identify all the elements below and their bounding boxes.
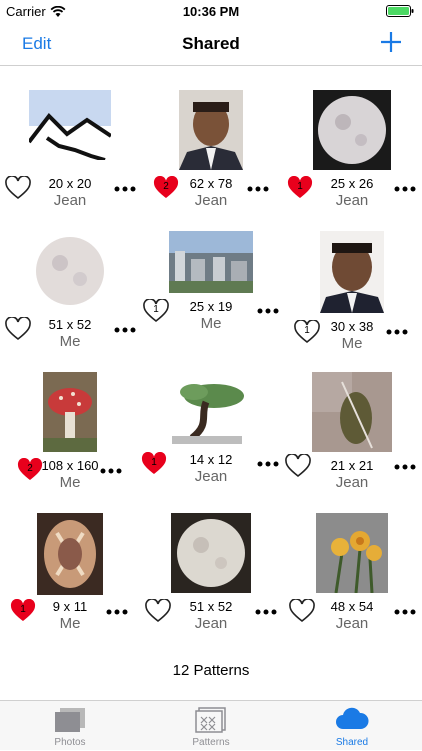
- pattern-cell[interactable]: 21 x 21 Jean: [282, 368, 422, 508]
- like-count: 2: [27, 463, 33, 474]
- pattern-cell[interactable]: 48 x 54 Jean: [282, 509, 422, 649]
- pattern-cell[interactable]: 108 x 160 Me 2: [0, 368, 140, 508]
- pattern-thumbnail[interactable]: [34, 235, 106, 307]
- status-bar: Carrier 10:36 PM: [0, 0, 422, 24]
- clock: 10:36 PM: [182, 4, 240, 19]
- like-count: 1: [304, 325, 310, 336]
- pattern-thumbnail[interactable]: [43, 372, 97, 452]
- patterns-icon: [195, 707, 226, 733]
- pattern-cell[interactable]: 30 x 38 Me 1: [282, 227, 422, 367]
- more-options-icon[interactable]: [394, 608, 416, 616]
- more-options-icon[interactable]: [247, 185, 269, 193]
- heart-outline-icon[interactable]: [285, 454, 311, 478]
- tab-shared[interactable]: Shared: [282, 701, 422, 751]
- like-count: 1: [297, 181, 303, 192]
- pattern-cell[interactable]: 62 x 78 Jean 2: [141, 86, 281, 226]
- pattern-thumbnail[interactable]: [169, 231, 253, 293]
- pattern-cell[interactable]: 25 x 19 Me 1: [141, 211, 281, 351]
- pattern-cell[interactable]: 14 x 12 Jean 1: [141, 368, 281, 508]
- like-count: 1: [151, 457, 157, 468]
- heart-filled-icon[interactable]: 1: [141, 451, 167, 476]
- pattern-thumbnail[interactable]: [313, 90, 391, 170]
- add-icon[interactable]: [380, 31, 402, 53]
- battery-icon: [386, 5, 414, 17]
- pattern-thumbnail[interactable]: [312, 372, 392, 452]
- pattern-cell[interactable]: 9 x 11 Me 1: [0, 509, 140, 649]
- pattern-cell[interactable]: 51 x 52 Jean: [141, 509, 281, 649]
- pattern-count: 12 Patterns: [172, 662, 250, 679]
- photos-icon: [55, 708, 85, 732]
- pattern-grid: 20 x 20 Jean 62 x 78 Jean 2 25 x 26 Jean…: [0, 66, 422, 700]
- tab-label: Patterns: [192, 737, 230, 748]
- pattern-thumbnail[interactable]: [179, 90, 243, 170]
- more-options-icon[interactable]: [106, 608, 128, 616]
- heart-outline-icon[interactable]: [5, 317, 31, 341]
- pattern-cell[interactable]: 25 x 26 Jean 1: [282, 86, 422, 226]
- like-count: 2: [163, 181, 169, 192]
- like-count: 1: [20, 604, 26, 615]
- tab-photos[interactable]: Photos: [0, 701, 140, 751]
- pattern-thumbnail[interactable]: [170, 372, 252, 444]
- heart-filled-icon[interactable]: 2: [153, 175, 179, 200]
- page-title: Shared: [182, 34, 240, 53]
- pattern-cell[interactable]: 51 x 52 Me: [0, 227, 140, 367]
- tab-patterns[interactable]: Patterns: [141, 701, 281, 751]
- pattern-cell[interactable]: 20 x 20 Jean: [0, 86, 140, 226]
- heart-filled-icon[interactable]: 1: [287, 175, 313, 200]
- pattern-thumbnail[interactable]: [316, 513, 388, 593]
- more-options-icon[interactable]: [257, 307, 279, 315]
- pattern-thumbnail[interactable]: [171, 513, 251, 593]
- more-options-icon[interactable]: [100, 467, 122, 475]
- heart-outline-icon[interactable]: [289, 599, 315, 623]
- more-options-icon[interactable]: [386, 328, 408, 336]
- more-options-icon[interactable]: [394, 463, 416, 471]
- more-options-icon[interactable]: [114, 326, 136, 334]
- tab-label: Shared: [335, 737, 369, 748]
- more-options-icon[interactable]: [255, 608, 277, 616]
- cloud-icon: [336, 707, 369, 729]
- more-options-icon[interactable]: [394, 185, 416, 193]
- heart-filled-icon[interactable]: 1: [10, 598, 36, 623]
- heart-filled-icon[interactable]: 2: [17, 457, 43, 482]
- tab-bar: Photos Patterns Shared: [0, 700, 422, 750]
- pattern-thumbnail[interactable]: [29, 90, 111, 160]
- more-options-icon[interactable]: [114, 185, 136, 193]
- pattern-thumbnail[interactable]: [320, 231, 384, 313]
- heart-outline-icon[interactable]: 1: [143, 298, 169, 323]
- heart-outline-icon[interactable]: 1: [294, 319, 320, 344]
- tab-label: Photos: [54, 737, 86, 748]
- heart-outline-icon[interactable]: [145, 599, 171, 623]
- navigation-bar: Edit Shared: [0, 24, 422, 66]
- like-count: 1: [153, 304, 159, 315]
- pattern-thumbnail[interactable]: [37, 513, 103, 595]
- more-options-icon[interactable]: [257, 460, 279, 468]
- heart-outline-icon[interactable]: [5, 176, 31, 200]
